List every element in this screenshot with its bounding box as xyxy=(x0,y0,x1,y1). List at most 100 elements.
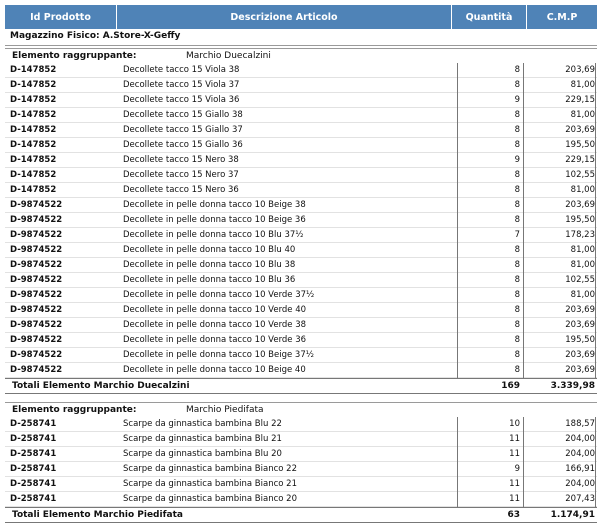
report: Id Prodotto Descrizione Articolo Quantit… xyxy=(0,0,602,532)
product-quantity: 8 xyxy=(514,125,520,135)
product-description: Decollete tacco 15 Viola 37 xyxy=(123,80,240,90)
product-quantity: 7 xyxy=(514,230,520,240)
product-description: Decollete in pelle donna tacco 10 Beige … xyxy=(123,215,306,225)
product-description: Decollete in pelle donna tacco 10 Blu 36 xyxy=(123,275,296,285)
table-row: D-147852 Decollete tacco 15 Viola 36 9 229,… xyxy=(5,93,597,108)
product-quantity: 9 xyxy=(514,464,520,474)
product-cmp: 81,00 xyxy=(570,245,595,255)
table-row: D-258741 Scarpe da ginnastica bambina Bia… xyxy=(5,492,597,507)
product-description: Scarpe da ginnastica bambina Bianco 20 xyxy=(123,494,297,504)
product-quantity: 8 xyxy=(514,65,520,75)
total-cmp: 1.174,91 xyxy=(550,510,595,520)
table-row: D-9874522 Decollete in pelle donna tacco … xyxy=(5,288,597,303)
column-divider xyxy=(595,417,596,507)
product-description: Decollete in pelle donna tacco 10 Beige … xyxy=(123,200,306,210)
product-cmp: 166,91 xyxy=(565,464,595,474)
product-quantity: 8 xyxy=(514,200,520,210)
group-header: Elemento raggruppante: Marchio Piedifata xyxy=(5,402,597,417)
product-cmp: 195,50 xyxy=(565,335,595,345)
product-id: D-147852 xyxy=(10,80,57,90)
product-id: D-258741 xyxy=(10,479,57,489)
product-quantity: 8 xyxy=(514,260,520,270)
group-rows: D-258741 Scarpe da ginnastica bambina Blu… xyxy=(5,417,597,507)
product-cmp: 81,00 xyxy=(570,290,595,300)
product-id: D-258741 xyxy=(10,434,57,444)
table-row: D-9874522 Decollete in pelle donna tacco … xyxy=(5,333,597,348)
total-quantity: 63 xyxy=(507,510,520,520)
product-cmp: 102,55 xyxy=(565,170,595,180)
product-id: D-258741 xyxy=(10,494,57,504)
table-row: D-9874522 Decollete in pelle donna tacco … xyxy=(5,258,597,273)
product-id: D-147852 xyxy=(10,140,57,150)
product-id: D-147852 xyxy=(10,125,57,135)
product-cmp: 203,69 xyxy=(565,125,595,135)
product-id: D-147852 xyxy=(10,110,57,120)
product-description: Scarpe da ginnastica bambina Bianco 21 xyxy=(123,479,297,489)
product-id: D-9874522 xyxy=(10,290,63,300)
header-cmp: C.M.P xyxy=(527,5,597,29)
product-description: Scarpe da ginnastica bambina Blu 20 xyxy=(123,449,282,459)
product-id: D-9874522 xyxy=(10,245,63,255)
table-row: D-9874522 Decollete in pelle donna tacco … xyxy=(5,213,597,228)
product-quantity: 11 xyxy=(509,449,520,459)
table-row: D-9874522 Decollete in pelle donna tacco … xyxy=(5,273,597,288)
product-description: Decollete in pelle donna tacco 10 Verde … xyxy=(123,305,307,315)
group-section: Elemento raggruppante: Marchio Duecalzini… xyxy=(5,48,597,394)
product-description: Decollete in pelle donna tacco 10 Verde … xyxy=(123,290,315,300)
product-cmp: 195,50 xyxy=(565,215,595,225)
product-id: D-9874522 xyxy=(10,320,63,330)
group-label: Elemento raggruppante: xyxy=(12,51,137,61)
product-description: Decollete tacco 15 Nero 36 xyxy=(123,185,239,195)
table-row: D-9874522 Decollete in pelle donna tacco … xyxy=(5,303,597,318)
table-row: D-9874522 Decollete in pelle donna tacco … xyxy=(5,198,597,213)
header-quantity: Quantità xyxy=(452,5,527,29)
product-id: D-9874522 xyxy=(10,350,63,360)
product-description: Decollete in pelle donna tacco 10 Blu 40 xyxy=(123,245,296,255)
product-quantity: 8 xyxy=(514,110,520,120)
table-row: D-147852 Decollete tacco 15 Giallo 37 8 203… xyxy=(5,123,597,138)
product-cmp: 81,00 xyxy=(570,110,595,120)
table-row: D-258741 Scarpe da ginnastica bambina Bia… xyxy=(5,462,597,477)
product-cmp: 204,00 xyxy=(565,434,595,444)
product-quantity: 10 xyxy=(509,419,520,429)
product-cmp: 81,00 xyxy=(570,185,595,195)
table-row: D-9874522 Decollete in pelle donna tacco … xyxy=(5,243,597,258)
product-quantity: 11 xyxy=(509,494,520,504)
product-cmp: 204,00 xyxy=(565,479,595,489)
table-row: D-147852 Decollete tacco 15 Viola 38 8 203,… xyxy=(5,63,597,78)
product-id: D-9874522 xyxy=(10,200,63,210)
product-cmp: 102,55 xyxy=(565,275,595,285)
table-row: D-147852 Decollete tacco 15 Viola 37 8 81,0… xyxy=(5,78,597,93)
product-quantity: 8 xyxy=(514,215,520,225)
total-cmp: 3.339,98 xyxy=(550,381,595,391)
product-description: Scarpe da ginnastica bambina Blu 22 xyxy=(123,419,282,429)
product-quantity: 11 xyxy=(509,479,520,489)
product-quantity: 9 xyxy=(514,95,520,105)
product-description: Decollete in pelle donna tacco 10 Beige … xyxy=(123,365,306,375)
product-description: Decollete tacco 15 Nero 38 xyxy=(123,155,239,165)
table-row: D-258741 Scarpe da ginnastica bambina Blu… xyxy=(5,447,597,462)
table-row: D-258741 Scarpe da ginnastica bambina Blu… xyxy=(5,432,597,447)
product-quantity: 8 xyxy=(514,350,520,360)
table-row: D-147852 Decollete tacco 15 Nero 38 9 229,1… xyxy=(5,153,597,168)
product-quantity: 8 xyxy=(514,140,520,150)
table-row: D-147852 Decollete tacco 15 Giallo 38 8 81,… xyxy=(5,108,597,123)
product-cmp: 204,00 xyxy=(565,449,595,459)
total-quantity: 169 xyxy=(501,381,520,391)
table-row: D-147852 Decollete tacco 15 Nero 36 8 81,00 xyxy=(5,183,597,198)
product-id: D-9874522 xyxy=(10,215,63,225)
table-row: D-9874522 Decollete in pelle donna tacco … xyxy=(5,348,597,363)
product-description: Decollete tacco 15 Viola 36 xyxy=(123,95,240,105)
table-row: D-147852 Decollete tacco 15 Nero 37 8 102,5… xyxy=(5,168,597,183)
table-row: D-9874522 Decollete in pelle donna tacco … xyxy=(5,318,597,333)
product-quantity: 8 xyxy=(514,365,520,375)
warehouse-title: Magazzino Fisico: A.Store-X-Geffy xyxy=(5,29,597,46)
product-quantity: 8 xyxy=(514,170,520,180)
product-id: D-258741 xyxy=(10,419,57,429)
product-id: D-147852 xyxy=(10,95,57,105)
product-description: Scarpe da ginnastica bambina Blu 21 xyxy=(123,434,282,444)
product-cmp: 203,69 xyxy=(565,200,595,210)
product-description: Decollete tacco 15 Giallo 38 xyxy=(123,110,243,120)
product-description: Decollete tacco 15 Giallo 36 xyxy=(123,140,243,150)
product-quantity: 8 xyxy=(514,290,520,300)
